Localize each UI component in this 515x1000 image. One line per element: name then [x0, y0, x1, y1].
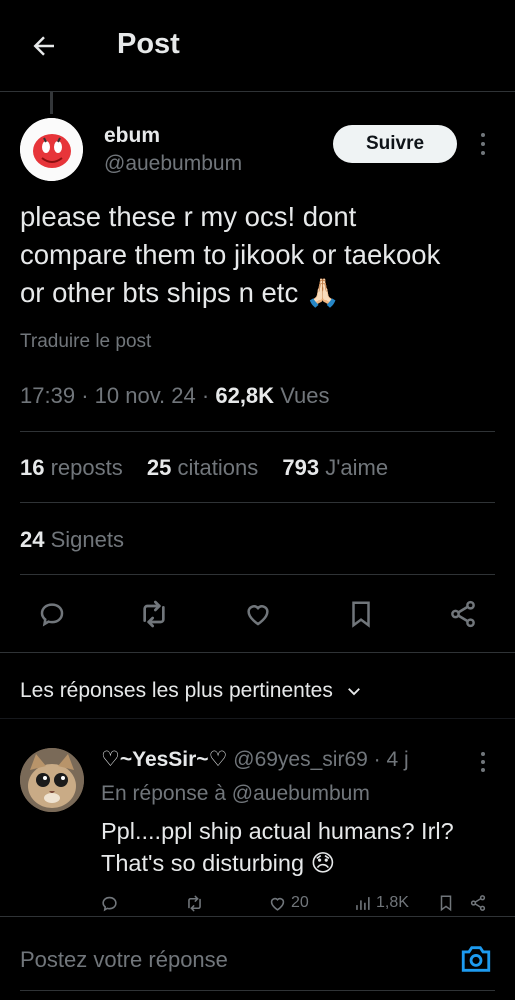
reply-likes-count: 20 [291, 894, 309, 911]
reply-views-button[interactable]: 1,8K [353, 891, 409, 915]
reply-more-options-icon[interactable] [473, 750, 493, 774]
compose-divider [0, 916, 515, 917]
reply-action-bar: 20 1,8K [0, 891, 515, 915]
divider [0, 652, 515, 653]
reply-author-name[interactable]: ♡~YesSir~♡ [101, 748, 227, 771]
reply-like-button[interactable]: 20 [268, 891, 309, 915]
replies-sort-label: Les réponses les plus pertinentes [20, 679, 333, 702]
divider [0, 718, 515, 719]
in-reply-to: En réponse à @auebumbum [101, 782, 370, 806]
reply-repost-icon[interactable] [185, 891, 204, 915]
likes-stat[interactable]: 793 J'aime [282, 455, 388, 480]
views-count: 62,8K [215, 383, 275, 408]
reply-text-line-with-emoji: That's so disturbing 😞 [101, 847, 496, 879]
more-options-icon[interactable] [473, 130, 493, 158]
post-text: please these r my ocs! dont compare them… [20, 198, 500, 312]
bookmarks-label: Signets [50, 527, 124, 552]
reply-icon[interactable] [35, 597, 69, 631]
top-bar: Post [0, 0, 515, 92]
replies-sort-dropdown[interactable]: Les réponses les plus pertinentes [20, 679, 363, 703]
bookmarks-stat[interactable]: 24 Signets [20, 527, 124, 553]
translate-post-link[interactable]: Traduire le post [20, 331, 151, 353]
chevron-down-icon [345, 682, 363, 700]
engagement-stats: 16 reposts 25 citations 793 J'aime [20, 455, 406, 481]
meta-separator: · [373, 748, 381, 771]
author-name[interactable]: ebum [104, 124, 160, 148]
share-icon[interactable] [446, 597, 480, 631]
post-text-line: please these r my ocs! dont [20, 201, 357, 232]
author-avatar[interactable] [20, 118, 83, 181]
page-title: Post [117, 28, 180, 60]
camera-icon[interactable] [459, 942, 493, 976]
author-handle[interactable]: @auebumbum [104, 152, 242, 176]
bookmarks-count: 24 [20, 527, 45, 552]
post-metadata: 17:39 · 10 nov. 24 · 62,8K Vues [20, 383, 330, 409]
views-chart-icon [353, 894, 372, 913]
reply-text-line: That's so disturbing [101, 850, 305, 876]
reply-share-icon[interactable] [469, 891, 487, 915]
meta-separator: · [81, 383, 89, 408]
reply-header: ♡~YesSir~♡ @69yes_sir69 · 4 j [101, 747, 409, 772]
like-icon[interactable] [241, 597, 275, 631]
post-text-line: compare them to jikook or taekook [20, 239, 441, 270]
post-time[interactable]: 17:39 [20, 383, 75, 408]
post-text-line: or other bts ships n etc [20, 277, 299, 308]
likes-label: J'aime [325, 455, 389, 480]
reposts-stat[interactable]: 16 reposts [20, 455, 123, 480]
repost-icon[interactable] [137, 597, 171, 631]
reposts-label: reposts [50, 455, 123, 480]
quotes-stat[interactable]: 25 citations [147, 455, 258, 480]
reply-views-count: 1,8K [376, 894, 409, 911]
divider [20, 574, 495, 575]
reply-author-handle[interactable]: @69yes_sir69 [233, 748, 368, 771]
reposts-count: 16 [20, 455, 45, 480]
divider [20, 431, 495, 432]
reply-avatar[interactable] [20, 748, 84, 812]
post-action-bar [0, 597, 515, 631]
in-reply-to-label: En réponse à [101, 782, 226, 805]
reply-text-line: Ppl....ppl ship actual humans? Irl? [101, 818, 454, 844]
views-label: Vues [280, 383, 330, 408]
reply-compose-input[interactable]: Postez votre réponse [20, 947, 228, 973]
post-date[interactable]: 10 nov. 24 [95, 383, 196, 408]
back-arrow-icon[interactable] [26, 28, 62, 64]
in-reply-to-mention[interactable]: @auebumbum [232, 782, 370, 805]
quotes-label: citations [177, 455, 259, 480]
divider [20, 502, 495, 503]
reply-bookmark-icon[interactable] [437, 891, 455, 915]
follow-button[interactable]: Suivre [333, 125, 457, 163]
disappointed-face-emoji: 😞 [310, 850, 336, 876]
thread-connector-line [50, 92, 53, 114]
praying-hands-emoji: 🙏🏻 [305, 277, 341, 308]
reply-text: Ppl....ppl ship actual humans? Irl? That… [101, 815, 496, 879]
quotes-count: 25 [146, 455, 172, 480]
post-text-line-with-emoji: or other bts ships n etc 🙏🏻 [20, 274, 500, 312]
reply-reply-icon[interactable] [100, 891, 119, 915]
bookmark-icon[interactable] [344, 597, 378, 631]
reply-age[interactable]: 4 j [387, 748, 409, 771]
compose-underline [20, 990, 495, 991]
meta-separator: · [201, 383, 210, 408]
likes-count: 793 [282, 455, 320, 480]
heart-icon [268, 894, 287, 913]
